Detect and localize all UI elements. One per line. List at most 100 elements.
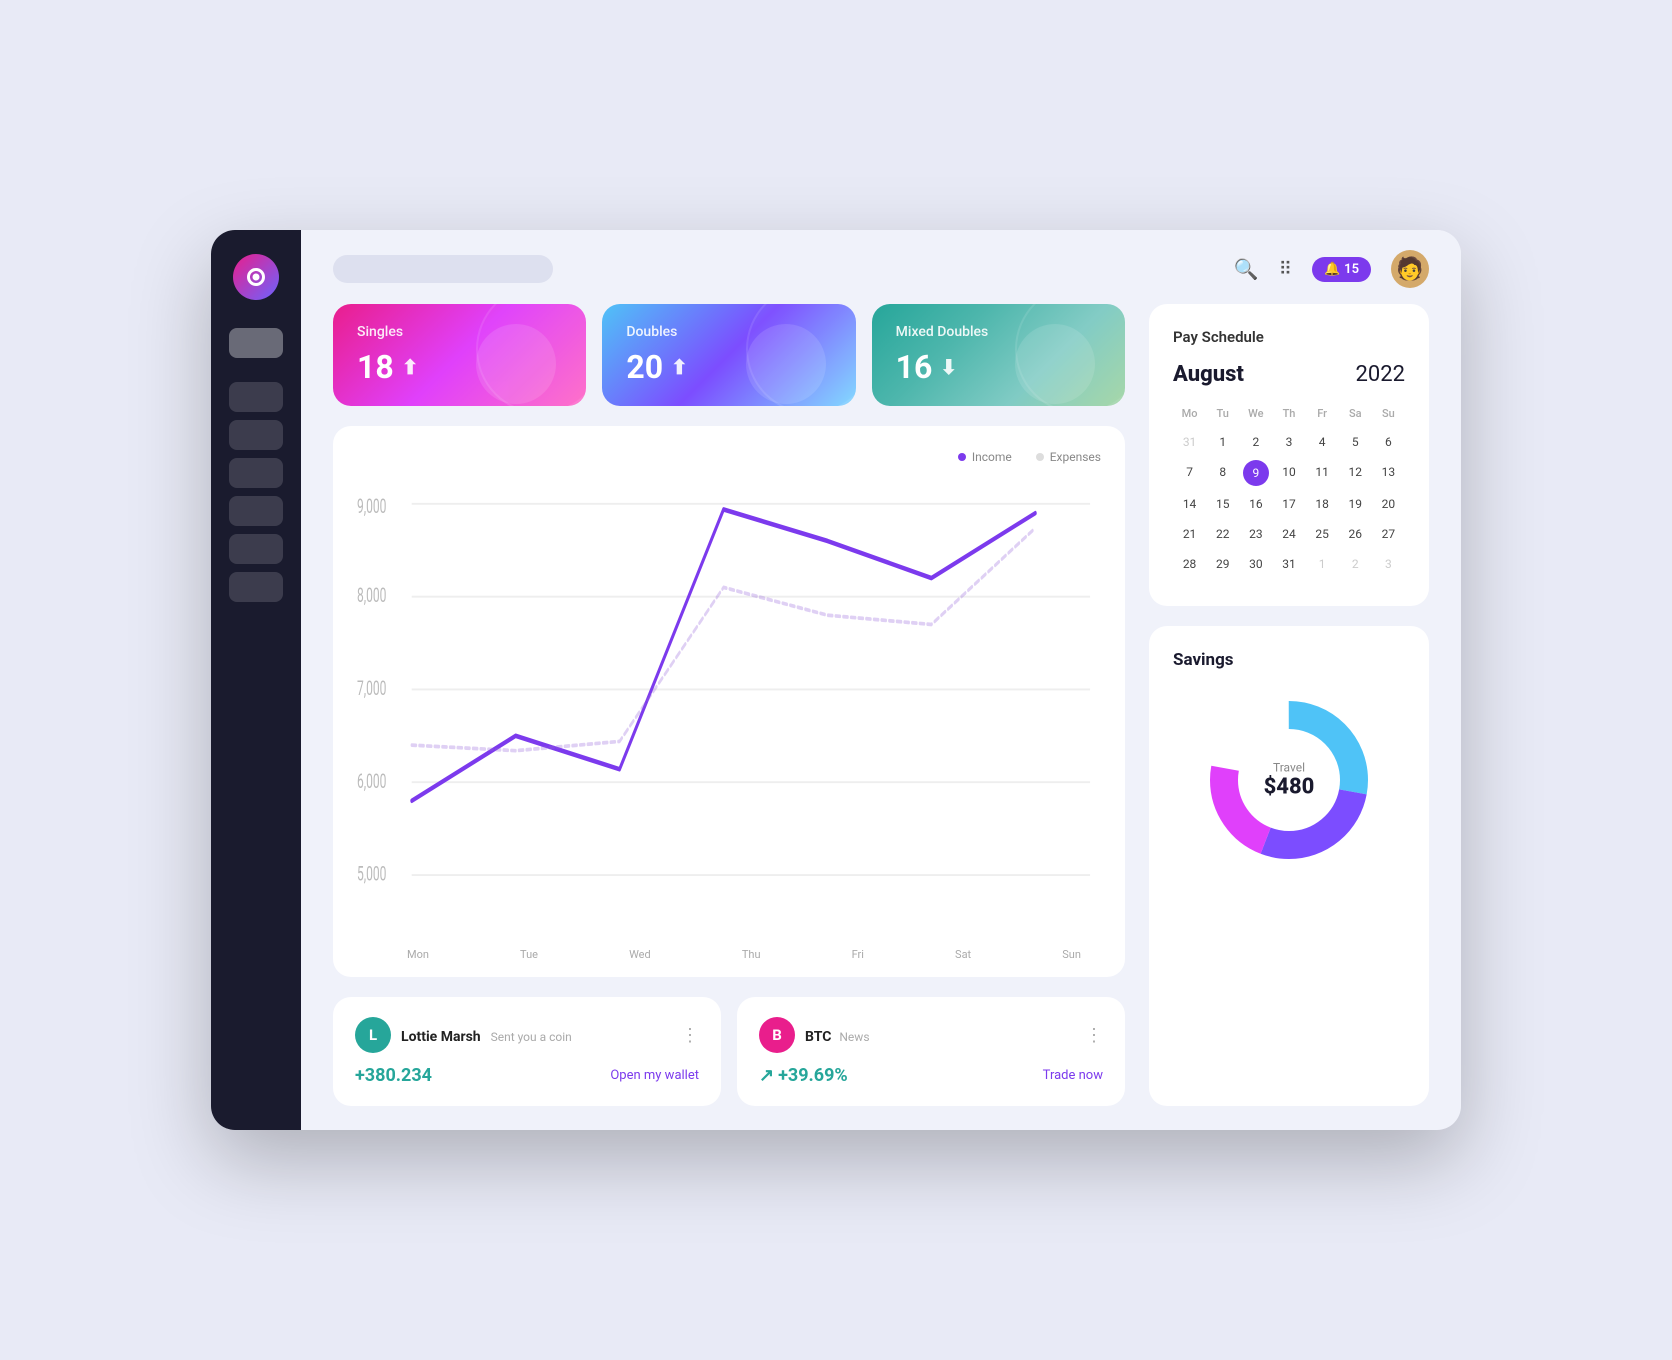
cal-day-24[interactable]: 24: [1272, 522, 1305, 546]
cal-day-11[interactable]: 11: [1306, 460, 1339, 486]
cal-day-23[interactable]: 23: [1239, 522, 1272, 546]
cal-day-18[interactable]: 18: [1306, 492, 1339, 516]
transaction-menu-2[interactable]: ⋮: [1085, 1025, 1103, 1046]
sidebar-item-5[interactable]: [229, 534, 283, 564]
cal-day-25[interactable]: 25: [1306, 522, 1339, 546]
cal-day-21[interactable]: 21: [1173, 522, 1206, 546]
cal-day-5[interactable]: 5: [1339, 430, 1372, 454]
cal-day-4[interactable]: 4: [1306, 430, 1339, 454]
transaction-action-2[interactable]: Trade now: [1043, 1068, 1103, 1083]
chart-legend: Income Expenses: [357, 450, 1101, 464]
grid-icon[interactable]: ⠿: [1279, 259, 1292, 280]
calendar-week-2: 7 8 9 10 11 12 13: [1173, 460, 1405, 486]
x-label-sat: Sat: [955, 948, 971, 961]
singles-label: Singles: [357, 324, 562, 340]
header-actions: 🔍 ⠿ 🔔 15 🧑: [1234, 250, 1429, 288]
logo-dot: [253, 274, 260, 281]
pay-schedule-title: Pay Schedule: [1173, 328, 1405, 346]
svg-text:8,000: 8,000: [357, 584, 386, 608]
search-bar[interactable]: [333, 255, 553, 283]
sidebar-item-4[interactable]: [229, 496, 283, 526]
search-icon[interactable]: 🔍: [1234, 257, 1259, 281]
cal-day-3b[interactable]: 3: [1372, 552, 1405, 576]
transaction-menu-1[interactable]: ⋮: [681, 1025, 699, 1046]
bottom-row: L Lottie Marsh Sent you a coin ⋮ +380.23…: [333, 997, 1125, 1106]
transaction-info-1: Lottie Marsh Sent you a coin: [401, 1026, 572, 1045]
cal-day-1b[interactable]: 1: [1306, 552, 1339, 576]
cal-day-26[interactable]: 26: [1339, 522, 1372, 546]
cal-day-31a[interactable]: 31: [1173, 430, 1206, 454]
cal-day-3[interactable]: 3: [1272, 430, 1305, 454]
cal-day-16[interactable]: 16: [1239, 492, 1272, 516]
sidebar-item-6[interactable]: [229, 572, 283, 602]
transaction-header-1: L Lottie Marsh Sent you a coin ⋮: [355, 1017, 699, 1053]
x-label-wed: Wed: [629, 948, 651, 961]
x-label-fri: Fri: [852, 948, 864, 961]
stat-card-doubles: Doubles 20 ⬆: [602, 304, 855, 406]
transaction-action-1[interactable]: Open my wallet: [610, 1068, 699, 1083]
day-header-tu: Tu: [1206, 403, 1239, 424]
cal-day-29[interactable]: 29: [1206, 552, 1239, 576]
chart-svg: 9,000 8,000 7,000 6,000 5,000: [357, 476, 1101, 940]
notification-count: 15: [1344, 262, 1359, 277]
legend-income: Income: [958, 450, 1012, 464]
cal-day-12[interactable]: 12: [1339, 460, 1372, 486]
logo[interactable]: [233, 254, 279, 300]
sidebar-item-3[interactable]: [229, 458, 283, 488]
cal-day-6[interactable]: 6: [1372, 430, 1405, 454]
logo-inner: [247, 268, 265, 286]
cal-day-31b[interactable]: 31: [1272, 552, 1305, 576]
savings-card: Savings: [1149, 626, 1429, 1106]
cal-day-20[interactable]: 20: [1372, 492, 1405, 516]
cal-day-28[interactable]: 28: [1173, 552, 1206, 576]
income-dot: [958, 453, 966, 461]
cal-day-1[interactable]: 1: [1206, 430, 1239, 454]
header: 🔍 ⠿ 🔔 15 🧑: [301, 230, 1461, 304]
calendar-week-1: 31 1 2 3 4 5 6: [1173, 430, 1405, 454]
calendar-month-row: August 2022: [1173, 362, 1405, 387]
cal-day-8[interactable]: 8: [1206, 460, 1239, 486]
sidebar-item-2[interactable]: [229, 420, 283, 450]
left-panel: Singles 18 ⬆ Doubles 20 ⬆: [333, 304, 1125, 1106]
calendar-week-3: 14 15 16 17 18 19 20: [1173, 492, 1405, 516]
day-header-th: Th: [1272, 403, 1305, 424]
user-avatar[interactable]: 🧑: [1391, 250, 1429, 288]
transaction-ticker: BTC: [805, 1029, 831, 1045]
mixed-label: Mixed Doubles: [896, 324, 1101, 340]
transaction-user-2: B BTC News: [759, 1017, 870, 1053]
expenses-label: Expenses: [1050, 450, 1101, 464]
sidebar-item-0[interactable]: [229, 328, 283, 358]
transaction-type: News: [839, 1030, 869, 1044]
svg-text:7,000: 7,000: [357, 677, 386, 701]
body-area: Singles 18 ⬆ Doubles 20 ⬆: [301, 304, 1461, 1130]
cal-day-2[interactable]: 2: [1239, 430, 1272, 454]
donut-container: Travel $480: [1199, 690, 1379, 870]
notification-badge[interactable]: 🔔 15: [1312, 257, 1371, 282]
day-header-we: We: [1239, 403, 1272, 424]
transaction-name-1: Lottie Marsh: [401, 1029, 481, 1045]
cal-day-17[interactable]: 17: [1272, 492, 1305, 516]
transaction-row-2: ↗ +39.69% Trade now: [759, 1065, 1103, 1086]
cal-day-19[interactable]: 19: [1339, 492, 1372, 516]
cal-day-14[interactable]: 14: [1173, 492, 1206, 516]
avatar-lottie: L: [355, 1017, 391, 1053]
cal-day-30[interactable]: 30: [1239, 552, 1272, 576]
sidebar-item-1[interactable]: [229, 382, 283, 412]
day-header-mo: Mo: [1173, 403, 1206, 424]
cal-day-27[interactable]: 27: [1372, 522, 1405, 546]
cal-day-7[interactable]: 7: [1173, 460, 1206, 486]
donut-label: Travel: [1264, 761, 1315, 775]
cal-day-22[interactable]: 22: [1206, 522, 1239, 546]
income-label: Income: [972, 450, 1012, 464]
cal-day-9-today[interactable]: 9: [1243, 460, 1269, 486]
cal-day-2b[interactable]: 2: [1339, 552, 1372, 576]
calendar-week-4: 21 22 23 24 25 26 27: [1173, 522, 1405, 546]
stats-row: Singles 18 ⬆ Doubles 20 ⬆: [333, 304, 1125, 406]
cal-day-13[interactable]: 13: [1372, 460, 1405, 486]
svg-text:6,000: 6,000: [357, 770, 386, 794]
cal-day-15[interactable]: 15: [1206, 492, 1239, 516]
stat-card-singles: Singles 18 ⬆: [333, 304, 586, 406]
avatar-btc: B: [759, 1017, 795, 1053]
cal-day-10[interactable]: 10: [1272, 460, 1305, 486]
right-panel: Pay Schedule August 2022 Mo Tu We Th Fr: [1149, 304, 1429, 1106]
